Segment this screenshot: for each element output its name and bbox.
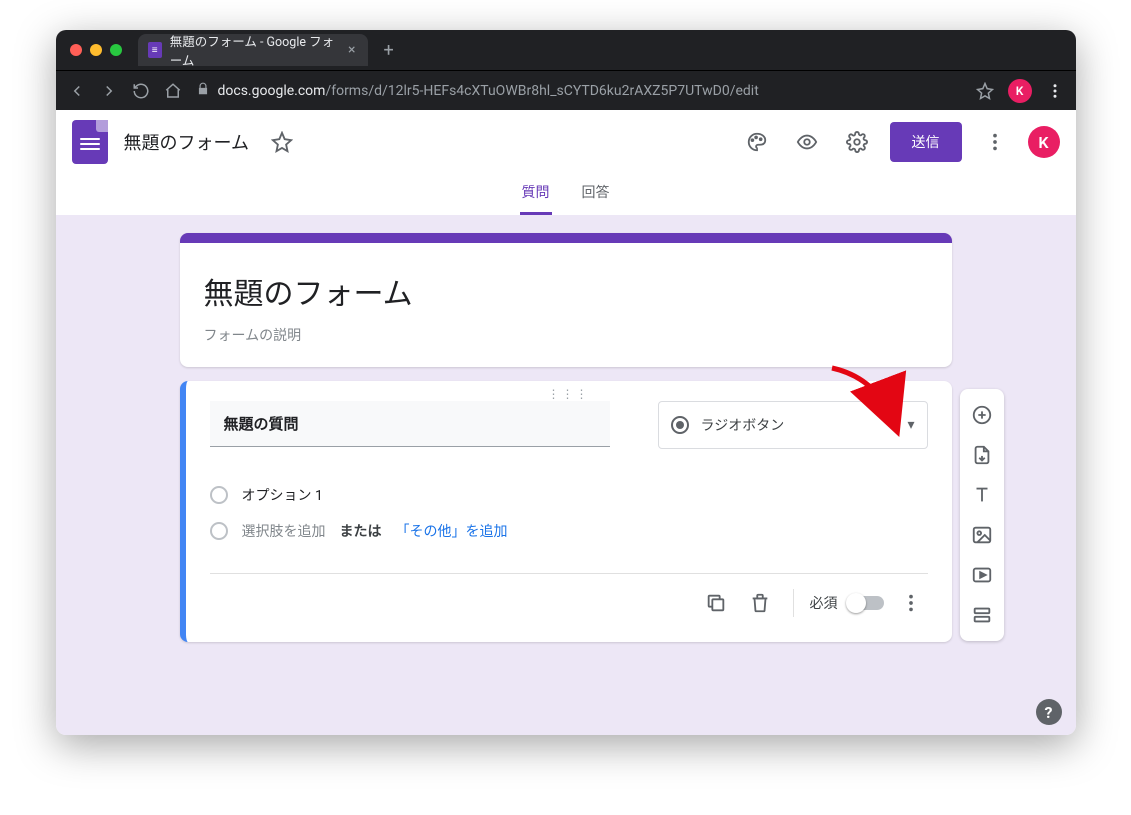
chrome-menu-button[interactable] — [1046, 82, 1064, 100]
question-card[interactable]: ⋮⋮⋮ ラジオボタン ▾ オプション 1 — [180, 381, 952, 642]
home-button[interactable] — [164, 82, 182, 100]
import-questions-icon[interactable] — [964, 437, 1000, 473]
question-footer: 必須 — [210, 573, 928, 620]
drag-handle-icon[interactable]: ⋮⋮⋮ — [548, 387, 590, 401]
toolbar: docs.google.com/forms/d/12lr5-HEFs4cXTuO… — [56, 70, 1076, 110]
browser-tab[interactable]: ≡ 無題のフォーム - Google フォーム × — [138, 34, 368, 66]
chevron-down-icon: ▾ — [907, 417, 914, 433]
option-label[interactable]: オプション 1 — [242, 485, 323, 505]
add-option-row: 選択肢を追加 または 「その他」を追加 — [210, 513, 928, 549]
or-label: または — [340, 521, 382, 541]
new-tab-button[interactable]: + — [376, 40, 402, 61]
send-button[interactable]: 送信 — [890, 122, 962, 162]
add-other-link[interactable]: 「その他」を追加 — [396, 521, 508, 541]
form-canvas: 無題のフォーム フォームの説明 ⋮⋮⋮ ラジオボタン ▾ — [56, 215, 1076, 735]
question-more-icon[interactable] — [894, 586, 928, 620]
window-controls — [66, 44, 130, 56]
tab-questions[interactable]: 質問 — [520, 174, 552, 215]
form-header-card[interactable]: 無題のフォーム フォームの説明 — [180, 233, 952, 367]
form-tabs: 質問 回答 — [56, 174, 1076, 215]
question-title-input[interactable] — [210, 401, 610, 447]
forms-header: 無題のフォーム 送信 K — [56, 110, 1076, 174]
options-list: オプション 1 選択肢を追加 または 「その他」を追加 — [210, 477, 928, 549]
add-question-icon[interactable] — [964, 397, 1000, 433]
browser-window: ≡ 無題のフォーム - Google フォーム × + — [56, 30, 1076, 735]
tab-close-icon[interactable]: × — [346, 42, 357, 58]
account-avatar[interactable]: K — [1028, 126, 1060, 158]
forms-logo-icon[interactable] — [72, 120, 108, 164]
reload-button[interactable] — [132, 82, 150, 100]
form-description[interactable]: フォームの説明 — [204, 325, 928, 345]
bookmark-star-icon[interactable] — [976, 82, 994, 100]
url-path: /forms/d/12lr5-HEFs4cXTuOWBr8hl_sCYTD6ku… — [325, 83, 758, 99]
forms-favicon-icon: ≡ — [148, 42, 162, 58]
duplicate-icon[interactable] — [699, 586, 733, 620]
required-label: 必須 — [810, 593, 838, 613]
close-window-icon[interactable] — [70, 44, 82, 56]
required-toggle[interactable] — [848, 596, 884, 610]
minimize-window-icon[interactable] — [90, 44, 102, 56]
radio-outline-icon — [210, 486, 228, 504]
add-image-icon[interactable] — [964, 517, 1000, 553]
tab-strip: ≡ 無題のフォーム - Google フォーム × + — [56, 30, 1076, 70]
settings-icon[interactable] — [840, 125, 874, 159]
preview-icon[interactable] — [790, 125, 824, 159]
profile-avatar[interactable]: K — [1008, 79, 1032, 103]
address-bar[interactable]: docs.google.com/forms/d/12lr5-HEFs4cXTuO… — [196, 82, 962, 100]
form-title[interactable]: 無題のフォーム — [204, 269, 928, 313]
question-type-label: ラジオボタン — [701, 415, 785, 435]
delete-icon[interactable] — [743, 586, 777, 620]
forward-button[interactable] — [100, 82, 118, 100]
radio-icon — [671, 416, 689, 434]
theme-icon[interactable] — [740, 125, 774, 159]
tab-title: 無題のフォーム - Google フォーム — [170, 31, 338, 69]
option-row[interactable]: オプション 1 — [210, 477, 928, 513]
document-title[interactable]: 無題のフォーム — [124, 129, 249, 155]
add-video-icon[interactable] — [964, 557, 1000, 593]
chrome-top: ≡ 無題のフォーム - Google フォーム × + — [56, 30, 1076, 110]
add-title-icon[interactable] — [964, 477, 1000, 513]
more-menu-icon[interactable] — [978, 125, 1012, 159]
profile-initial: K — [1016, 84, 1024, 98]
question-type-dropdown[interactable]: ラジオボタン ▾ — [658, 401, 928, 449]
star-icon[interactable] — [265, 125, 299, 159]
radio-outline-icon — [210, 522, 228, 540]
divider — [793, 589, 794, 617]
side-toolbar — [960, 389, 1004, 641]
back-button[interactable] — [68, 82, 86, 100]
add-section-icon[interactable] — [964, 597, 1000, 633]
url-host: docs.google.com — [218, 83, 326, 99]
help-icon[interactable]: ? — [1036, 699, 1062, 725]
add-option-link[interactable]: 選択肢を追加 — [242, 521, 326, 541]
account-initial: K — [1038, 133, 1048, 152]
lock-icon — [196, 82, 210, 100]
maximize-window-icon[interactable] — [110, 44, 122, 56]
tab-responses[interactable]: 回答 — [580, 174, 612, 215]
